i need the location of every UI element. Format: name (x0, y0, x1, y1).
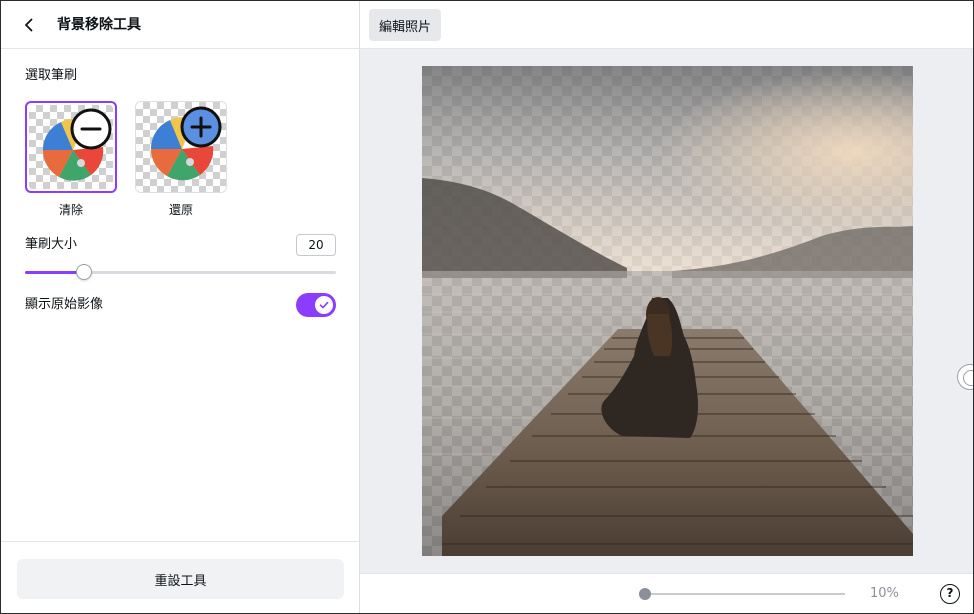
editor-bottombar: 10% ? (360, 573, 973, 613)
brush-size-slider[interactable] (25, 264, 336, 280)
minus-circle-icon (80, 127, 102, 131)
transparency-grid (29, 105, 113, 189)
plus-circle-icon (190, 116, 212, 138)
photo-preview[interactable] (422, 66, 913, 556)
zoom-slider[interactable] (639, 588, 845, 600)
zoom-level: 10% (870, 586, 899, 601)
panel-title: 背景移除工具 (57, 17, 141, 33)
brush-size-label: 筆刷大小 (25, 237, 78, 252)
show-original-label: 顯示原始影像 (25, 297, 104, 312)
restore-brush-button[interactable] (135, 101, 227, 193)
back-button[interactable] (17, 13, 41, 37)
compare-side-handle[interactable] (957, 364, 973, 390)
toggle-knob (315, 296, 333, 314)
erase-brush-button[interactable] (25, 101, 117, 193)
app-window: 背景移除工具 選取筆刷 清除 還原 筆刷大小 20 顯示原始影像 重設工具 編輯… (0, 0, 974, 614)
show-original-toggle[interactable] (296, 293, 336, 317)
brush-size-slider-thumb[interactable] (76, 264, 93, 280)
check-icon (319, 301, 329, 309)
brush-size-input[interactable] (296, 234, 336, 256)
editor-topbar: 編輯照片 (360, 1, 973, 49)
help-button[interactable]: ? (940, 584, 960, 604)
reset-tool-button[interactable]: 重設工具 (17, 559, 344, 599)
panel-footer: 重設工具 (1, 541, 359, 613)
canvas-area (360, 49, 973, 573)
brush-section-label: 選取筆刷 (25, 68, 78, 83)
erase-brush-label: 清除 (58, 203, 83, 217)
zoom-slider-thumb[interactable] (639, 588, 651, 600)
restore-brush-label: 還原 (168, 203, 193, 217)
chevron-left-icon (25, 18, 33, 32)
background-remover-panel: 背景移除工具 選取筆刷 清除 還原 筆刷大小 20 顯示原始影像 重設工具 (1, 1, 360, 613)
panel-header: 背景移除工具 (1, 1, 359, 49)
edit-photo-button[interactable]: 編輯照片 (369, 9, 441, 41)
transparency-grid (136, 102, 226, 192)
photo-image (422, 66, 913, 556)
